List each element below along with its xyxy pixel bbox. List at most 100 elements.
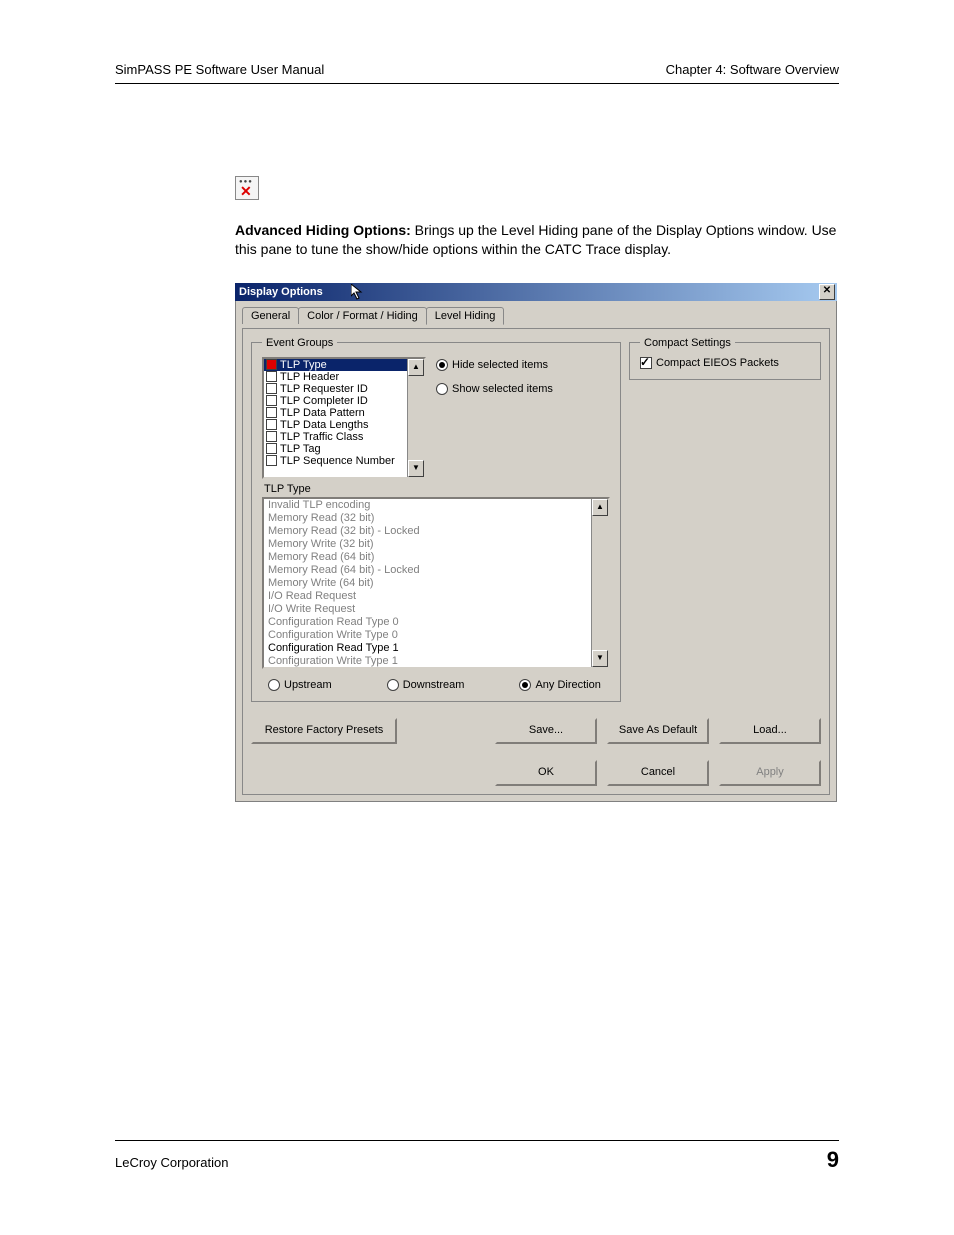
list-item[interactable]: TLP Data Lengths [264, 419, 408, 431]
list-item-label: TLP Type [280, 359, 327, 371]
button-row-2: OK Cancel Apply [251, 760, 821, 786]
scroll-up-button[interactable]: ▲ [592, 499, 608, 516]
footer-rule [115, 1140, 839, 1141]
body-heading: Advanced Hiding Options: [235, 222, 411, 238]
compact-eieos-label: Compact EIEOS Packets [656, 357, 779, 369]
radio-upstream-label: Upstream [284, 679, 332, 691]
adv-hiding-icon: ●●● ✕ [235, 176, 259, 200]
radio-hide-label: Hide selected items [452, 359, 548, 371]
list-item-label: TLP Data Pattern [280, 407, 365, 419]
list-item[interactable]: Memory Read (64 bit) - Locked [264, 564, 592, 577]
button-row-1: Restore Factory Presets Save... Save As … [251, 718, 821, 744]
radio-any-direction[interactable]: Any Direction [519, 679, 600, 691]
list-item[interactable]: Memory Read (32 bit) - Locked [264, 525, 592, 538]
checkbox-icon [266, 371, 277, 382]
cancel-button[interactable]: Cancel [607, 760, 709, 786]
list-item[interactable]: Memory Write (64 bit) [264, 577, 592, 590]
tlp-type-listbox[interactable]: Invalid TLP encodingMemory Read (32 bit)… [262, 497, 610, 669]
radio-icon [519, 679, 531, 691]
radio-icon [387, 679, 399, 691]
list-item[interactable]: Configuration Write Type 1 [264, 655, 592, 667]
checkbox-icon [266, 407, 277, 418]
list-item[interactable]: TLP Header [264, 371, 408, 383]
list-item[interactable]: Configuration Read Type 0 [264, 616, 592, 629]
checkbox-icon [266, 359, 277, 370]
radio-show-label: Show selected items [452, 383, 553, 395]
event-groups-legend: Event Groups [262, 337, 337, 349]
list-item-label: TLP Data Lengths [280, 419, 368, 431]
list-item-label: TLP Tag [280, 443, 321, 455]
tab-general[interactable]: General [242, 307, 299, 324]
checkbox-icon [640, 357, 652, 369]
list-item-label: TLP Requester ID [280, 383, 368, 395]
list-item[interactable]: TLP Tag [264, 443, 408, 455]
event-groups-listbox[interactable]: TLP TypeTLP HeaderTLP Requester IDTLP Co… [262, 357, 426, 479]
list-item[interactable]: Invalid TLP encoding [264, 499, 592, 512]
tabstrip: General Color / Format / Hiding Level Hi… [242, 307, 830, 324]
checkbox-icon [266, 443, 277, 454]
dialog-titlebar: Display Options ✕ [235, 283, 837, 301]
compact-settings-fieldset: Compact Settings Compact EIEOS Packets [629, 337, 821, 380]
list-item[interactable]: Configuration Read Type 1 [264, 642, 592, 655]
apply-button[interactable]: Apply [719, 760, 821, 786]
scrollbar[interactable]: ▲ ▼ [591, 499, 608, 667]
close-button[interactable]: ✕ [819, 284, 835, 300]
cursor-icon [351, 284, 367, 300]
restore-factory-presets-button[interactable]: Restore Factory Presets [251, 718, 397, 744]
tab-pane: Event Groups TLP TypeTLP HeaderTLP Reque… [242, 328, 830, 795]
body-paragraph: Advanced Hiding Options: Brings up the L… [235, 221, 843, 259]
checkbox-icon [266, 419, 277, 430]
radio-icon [436, 359, 448, 371]
list-item[interactable]: TLP Completer ID [264, 395, 408, 407]
load-button[interactable]: Load... [719, 718, 821, 744]
compact-eieos-checkbox[interactable]: Compact EIEOS Packets [640, 357, 810, 369]
checkbox-icon [266, 383, 277, 394]
scroll-up-button[interactable]: ▲ [408, 359, 424, 376]
dialog-title: Display Options [239, 286, 323, 298]
header-rule [115, 83, 839, 84]
list-item[interactable]: Memory Read (32 bit) [264, 512, 592, 525]
list-item[interactable]: Memory Write (32 bit) [264, 538, 592, 551]
scrollbar[interactable]: ▲ ▼ [407, 359, 424, 477]
radio-any-label: Any Direction [535, 679, 600, 691]
page-footer: LeCroy Corporation 9 [115, 1140, 839, 1173]
direction-radio-group: Upstream Downstream Any Direction [268, 679, 610, 691]
tab-color-format-hiding[interactable]: Color / Format / Hiding [298, 307, 427, 324]
compact-settings-legend: Compact Settings [640, 337, 735, 349]
radio-hide-selected[interactable]: Hide selected items [436, 359, 553, 371]
list-item[interactable]: TLP Sequence Number [264, 455, 408, 467]
event-groups-fieldset: Event Groups TLP TypeTLP HeaderTLP Reque… [251, 337, 621, 702]
checkbox-icon [266, 431, 277, 442]
ok-button[interactable]: OK [495, 760, 597, 786]
list-item[interactable]: TLP Type [264, 359, 408, 371]
list-item[interactable]: I/O Read Request [264, 590, 592, 603]
radio-downstream[interactable]: Downstream [387, 679, 465, 691]
page-number: 9 [827, 1147, 839, 1173]
list-item-label: TLP Header [280, 371, 339, 383]
list-item[interactable]: Configuration Write Type 0 [264, 629, 592, 642]
checkbox-icon [266, 395, 277, 406]
radio-downstream-label: Downstream [403, 679, 465, 691]
list-item[interactable]: Memory Read (64 bit) [264, 551, 592, 564]
radio-show-selected[interactable]: Show selected items [436, 383, 553, 395]
save-button[interactable]: Save... [495, 718, 597, 744]
page-header: SimPASS PE Software User Manual Chapter … [115, 62, 839, 77]
list-item[interactable]: TLP Requester ID [264, 383, 408, 395]
list-item[interactable]: I/O Write Request [264, 603, 592, 616]
scroll-down-button[interactable]: ▼ [408, 460, 424, 477]
header-left: SimPASS PE Software User Manual [115, 62, 324, 77]
subsection-label: TLP Type [264, 483, 610, 495]
list-item[interactable]: TLP Traffic Class [264, 431, 408, 443]
save-as-default-button[interactable]: Save As Default [607, 718, 709, 744]
list-item-label: TLP Completer ID [280, 395, 368, 407]
scroll-down-button[interactable]: ▼ [592, 650, 608, 667]
list-item[interactable]: TLP Data Pattern [264, 407, 408, 419]
radio-upstream[interactable]: Upstream [268, 679, 332, 691]
checkbox-icon [266, 455, 277, 466]
header-right: Chapter 4: Software Overview [666, 62, 839, 77]
list-item-label: TLP Traffic Class [280, 431, 363, 443]
display-options-dialog: Display Options ✕ General Color / Format… [235, 283, 837, 802]
tab-level-hiding[interactable]: Level Hiding [426, 307, 505, 325]
footer-left: LeCroy Corporation [115, 1155, 228, 1170]
radio-icon [436, 383, 448, 395]
